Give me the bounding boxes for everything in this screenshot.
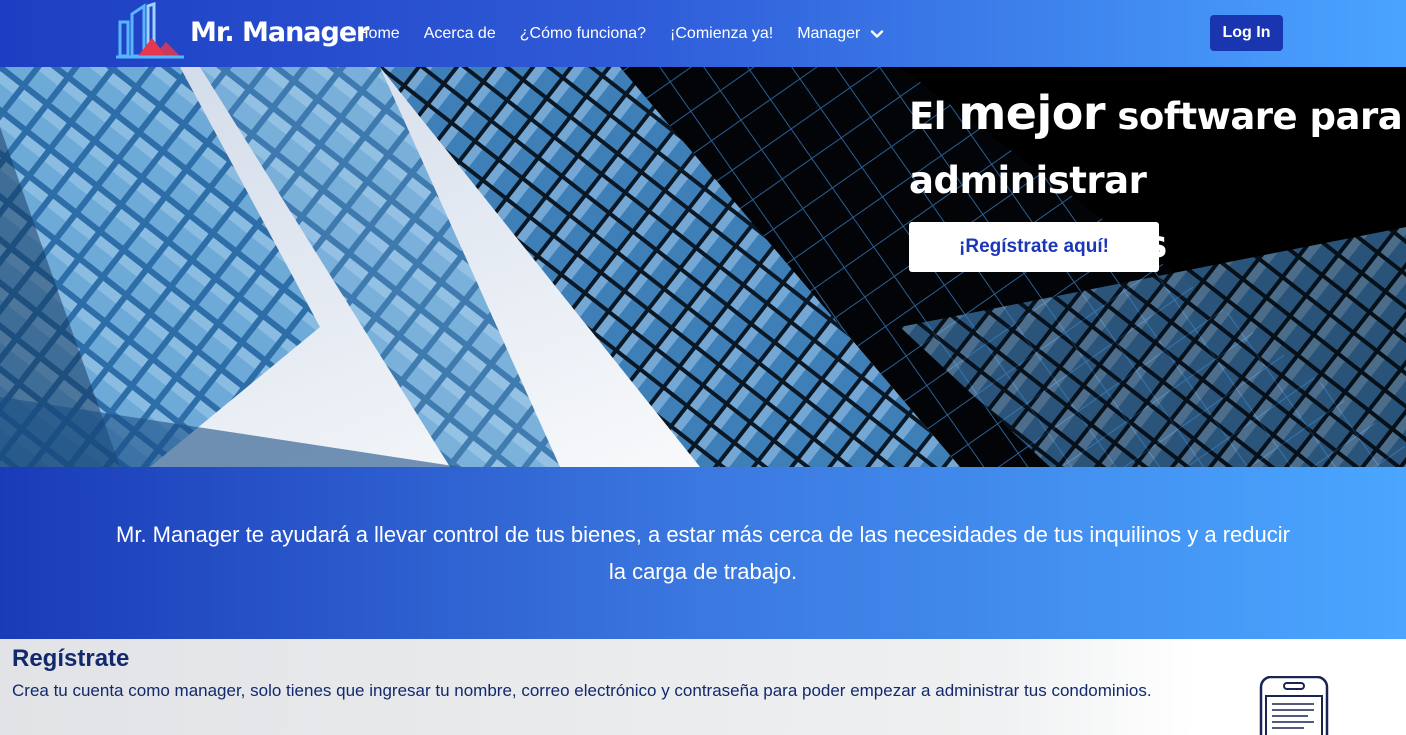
nav-home[interactable]: Home	[357, 25, 400, 43]
hero-title-emphasis: mejor	[958, 86, 1106, 140]
register-title: Regístrate	[12, 645, 130, 672]
main-nav: Home Acerca de ¿Cómo funciona? ¡Comienza…	[357, 0, 884, 67]
chevron-down-icon	[871, 29, 884, 38]
nav-manager-dropdown[interactable]: Manager	[797, 25, 884, 43]
register-description: Crea tu cuenta como manager, solo tienes…	[12, 681, 1152, 700]
value-proposition-text: Mr. Manager te ayudará a llevar control …	[116, 522, 1290, 584]
nav-manager-label: Manager	[797, 24, 861, 42]
nav-como-funciona[interactable]: ¿Cómo funciona?	[520, 25, 646, 43]
navbar: Mr. Manager Home Acerca de ¿Cómo funcion…	[0, 0, 1406, 67]
login-button[interactable]: Log In	[1210, 15, 1283, 51]
register-section: Regístrate Crea tu cuenta como manager, …	[0, 639, 1406, 735]
building-logo-icon[interactable]	[114, 2, 186, 60]
register-cta-button[interactable]: ¡Regístrate aquí!	[909, 222, 1159, 272]
smartphone-icon	[1259, 676, 1329, 735]
nav-comienza-ya[interactable]: ¡Comienza ya!	[670, 25, 773, 43]
hero-section: El mejor software para administrar condo…	[0, 67, 1406, 467]
value-proposition-band: Mr. Manager te ayudará a llevar control …	[0, 467, 1406, 639]
brand-name[interactable]: Mr. Manager	[190, 14, 369, 52]
hero-title-prefix: El	[909, 95, 959, 138]
nav-acerca-de[interactable]: Acerca de	[424, 25, 496, 43]
